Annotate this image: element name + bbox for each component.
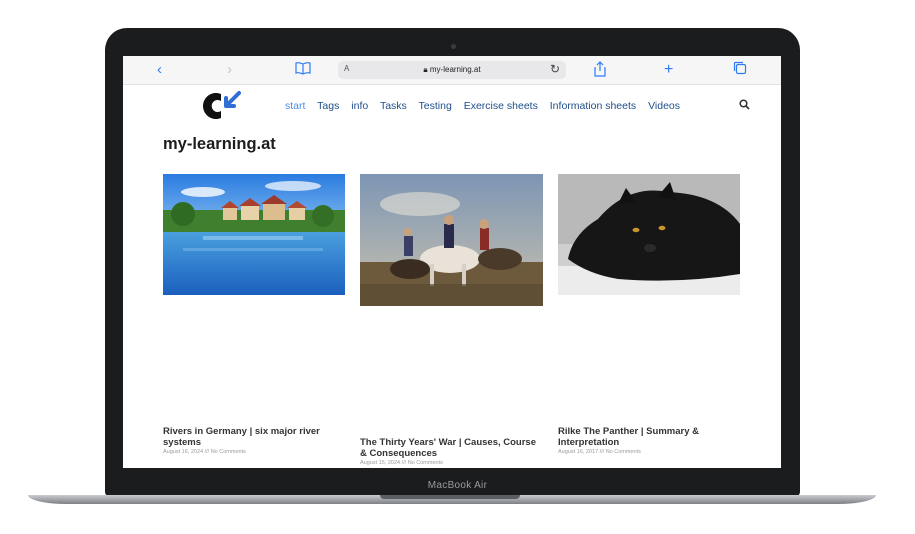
tabs-icon[interactable] xyxy=(733,61,747,80)
screen: ‹ › A 🔒︎ my-learning.at ↻ + start Tags i… xyxy=(123,56,781,468)
main-nav: start Tags info Tasks Testing Exercise s… xyxy=(285,100,689,112)
reload-icon[interactable]: ↻ xyxy=(550,62,560,76)
book-icon[interactable] xyxy=(295,61,311,80)
river-town-photo[interactable] xyxy=(163,174,345,295)
camera-icon xyxy=(451,44,456,49)
nav-tasks[interactable]: Tasks xyxy=(380,100,407,112)
nav-testing[interactable]: Testing xyxy=(419,100,452,112)
chevron-left-icon[interactable]: ‹ xyxy=(157,61,162,79)
search-icon[interactable] xyxy=(739,99,750,113)
chevron-right-icon[interactable]: › xyxy=(227,61,232,79)
battle-painting[interactable] xyxy=(360,174,543,306)
post-meta: August 16, 2024 /// No Comments xyxy=(163,449,246,455)
post-meta: August 15, 2024 /// No Comments xyxy=(360,460,443,466)
nav-start[interactable]: start xyxy=(285,100,305,112)
plus-icon[interactable]: + xyxy=(664,61,673,79)
share-icon[interactable] xyxy=(593,61,607,82)
address-bar[interactable]: A 🔒︎ my-learning.at ↻ xyxy=(338,61,566,79)
post-title[interactable]: The Thirty Years' War | Causes, Course & … xyxy=(360,437,540,459)
black-panther-photo[interactable] xyxy=(558,174,740,295)
nav-videos[interactable]: Videos xyxy=(648,100,680,112)
nav-information-sheets[interactable]: Information sheets xyxy=(550,100,636,112)
browser-toolbar: ‹ › A 🔒︎ my-learning.at ↻ + xyxy=(123,56,781,85)
site-logo[interactable] xyxy=(199,89,241,123)
nav-exercise-sheets[interactable]: Exercise sheets xyxy=(464,100,538,112)
post-title[interactable]: Rilke The Panther | Summary & Interpretat… xyxy=(558,426,738,448)
device-label: MacBook Air xyxy=(427,480,488,491)
nav-info[interactable]: info xyxy=(351,100,368,112)
post-meta: August 16, 2017 /// No Comments xyxy=(558,449,641,455)
laptop-notch xyxy=(380,495,520,499)
nav-tags[interactable]: Tags xyxy=(317,100,339,112)
post-title[interactable]: Rivers in Germany | six major river syste… xyxy=(163,426,343,448)
site-title: my-learning.at xyxy=(163,135,276,153)
url-text: my-learning.at xyxy=(429,65,481,74)
